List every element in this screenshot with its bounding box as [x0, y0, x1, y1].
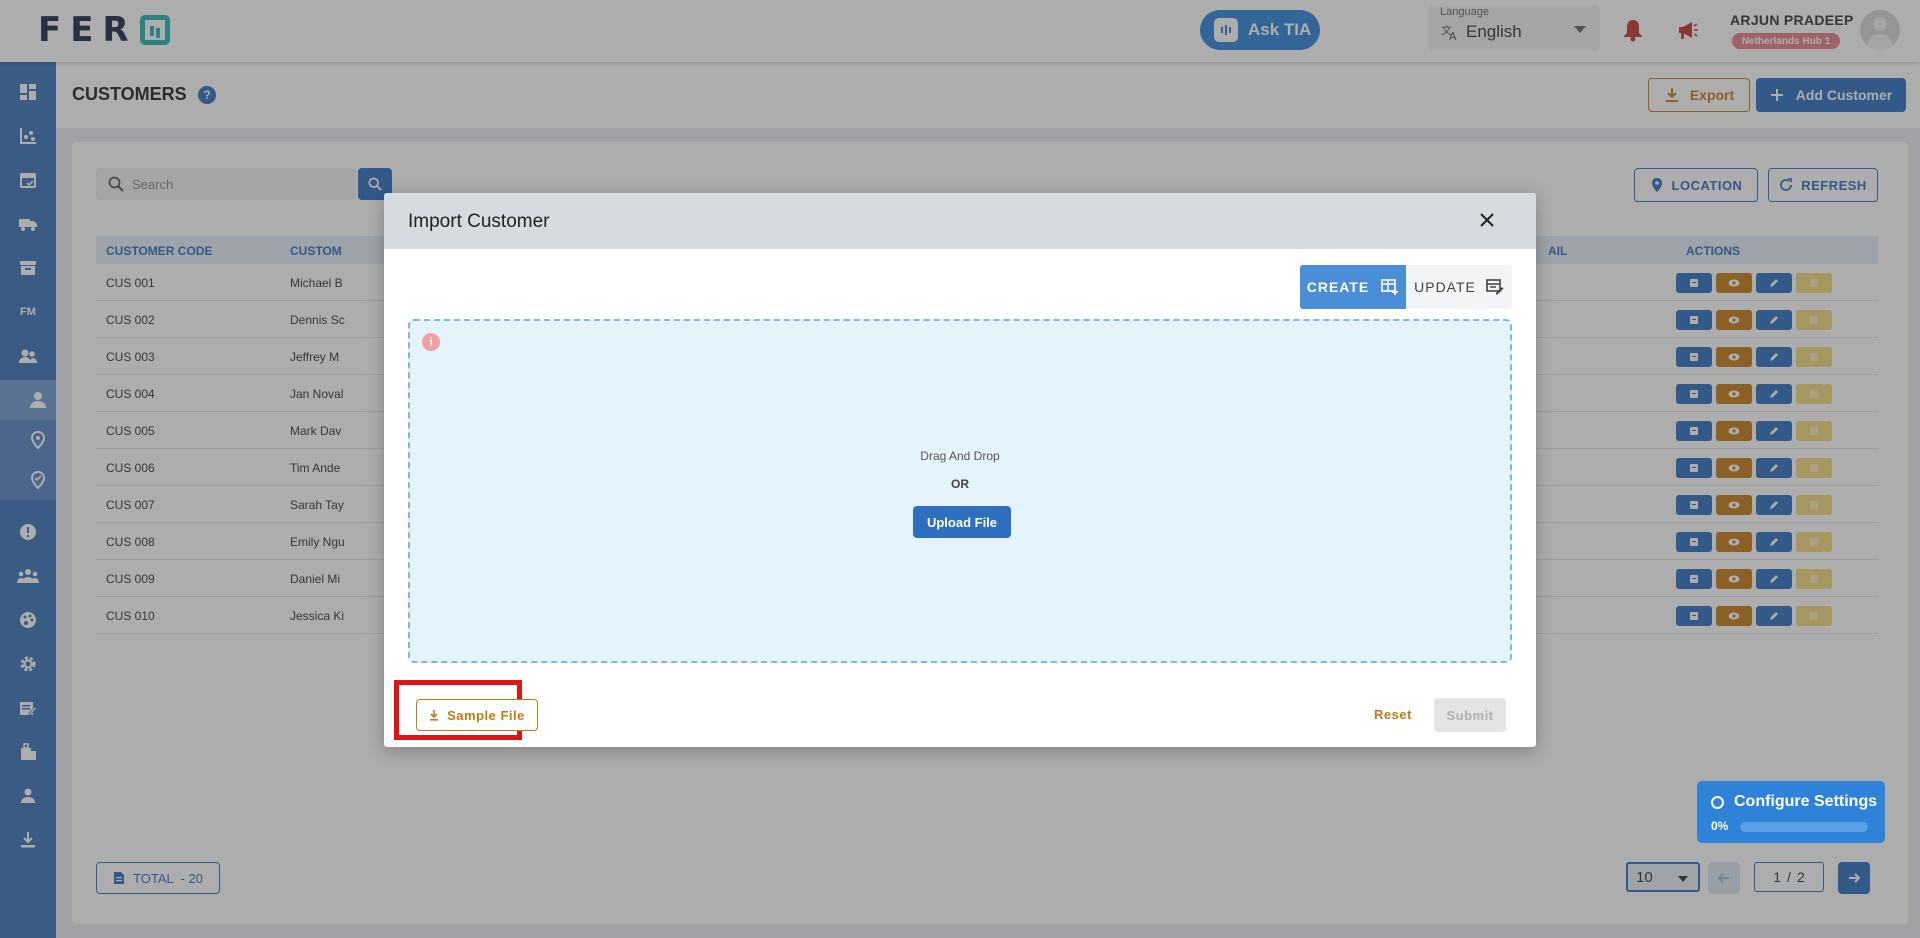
dialog-title: Import Customer: [408, 211, 550, 232]
info-icon[interactable]: i: [422, 333, 440, 351]
dialog-header: Import Customer: [384, 193, 1536, 249]
upload-file-button[interactable]: Upload File: [913, 506, 1011, 538]
config-title: Configure Settings: [1734, 793, 1878, 810]
close-icon[interactable]: [1478, 211, 1496, 229]
drag-drop-text: Drag And Drop: [920, 449, 1000, 463]
create-mode-button[interactable]: CREATE: [1300, 265, 1406, 309]
config-progress-bar: [1740, 822, 1868, 832]
create-label: CREATE: [1306, 279, 1370, 295]
submit-button[interactable]: Submit: [1434, 698, 1506, 732]
table-edit-icon: [1486, 279, 1504, 295]
update-label: UPDATE: [1414, 279, 1476, 295]
config-percent: 0%: [1711, 819, 1729, 833]
file-dropzone[interactable]: i Drag And Drop OR Upload File: [408, 319, 1512, 663]
mode-toggle: CREATE UPDATE: [1300, 265, 1512, 309]
download-icon: [430, 710, 439, 721]
or-text: OR: [951, 477, 969, 491]
reset-button[interactable]: Reset: [1374, 707, 1412, 722]
circle-icon: [1711, 795, 1724, 809]
config-title-wrap: Configure Settings: [1711, 793, 1877, 811]
update-mode-button[interactable]: UPDATE: [1406, 265, 1512, 309]
sample-file-label: Sample File: [447, 707, 525, 723]
import-customer-dialog: Import Customer CREATE UPDATE i Drag And…: [384, 193, 1536, 747]
sample-file-button[interactable]: Sample File: [416, 699, 538, 731]
configure-settings-widget[interactable]: Configure Settings 0%: [1697, 781, 1885, 843]
table-add-icon: [1381, 279, 1399, 295]
